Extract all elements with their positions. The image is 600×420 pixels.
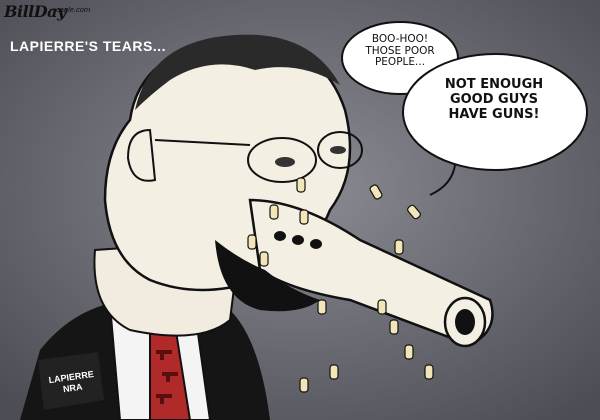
editorial-cartoon: BillDay cagle.com LAPIERRE'S TEARS... BO… [0, 0, 600, 420]
bubble-large-line-3: HAVE GUNS! [448, 106, 540, 122]
bubble-large-line-1: NOT ENOUGH [444, 77, 544, 92]
speech-bubble-small-text: BOO-HOO! THOSE POOR PEOPLE... [352, 33, 448, 69]
left-eye [275, 157, 295, 167]
barrel-bore [455, 309, 475, 335]
cartoon-illustration [0, 0, 600, 420]
bubble-small-line-3: PEOPLE... [374, 56, 426, 69]
bubble-small-line-1: BOO-HOO! [371, 33, 429, 45]
website-credit: cagle.com [56, 5, 91, 14]
cartoon-caption: LAPIERRE'S TEARS... [10, 38, 166, 54]
bubble-large-line-2: GOOD GUYS [449, 91, 539, 107]
speech-bubble-large-text: NOT ENOUGH GOOD GUYS HAVE GUNS! [424, 77, 564, 123]
right-eye [330, 146, 346, 154]
